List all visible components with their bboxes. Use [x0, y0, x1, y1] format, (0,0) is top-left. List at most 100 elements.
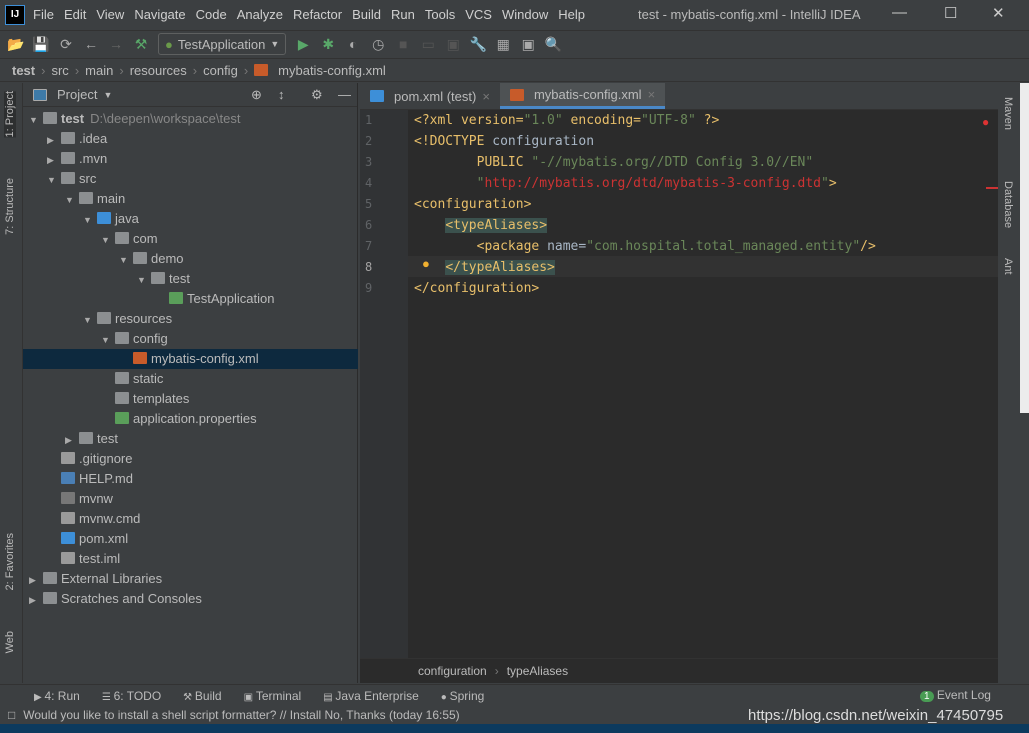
- tool-web[interactable]: Web: [4, 631, 16, 653]
- menu-help[interactable]: Help: [558, 7, 585, 22]
- editor-breadcrumb-item[interactable]: typeAliases: [507, 664, 568, 678]
- hide-icon[interactable]: —: [338, 87, 351, 102]
- menu-navigate[interactable]: Navigate: [134, 7, 185, 22]
- status-toggle-icon[interactable]: □: [8, 708, 15, 722]
- close-icon[interactable]: ✕: [992, 4, 1005, 22]
- tree-item[interactable]: .gitignore: [23, 449, 358, 469]
- tool-project[interactable]: 1: Project: [4, 91, 16, 138]
- menu-code[interactable]: Code: [196, 7, 227, 22]
- project-structure-icon[interactable]: ▦: [495, 36, 511, 52]
- collapse-all-icon[interactable]: ↕: [278, 87, 285, 102]
- tool-build[interactable]: ⚒ Build: [183, 689, 221, 703]
- tree-item[interactable]: application.properties: [23, 409, 358, 429]
- debug-icon[interactable]: ✱: [320, 36, 336, 52]
- error-stripe-mark[interactable]: [986, 187, 998, 189]
- tool-spring[interactable]: ● Spring: [441, 689, 485, 703]
- menu-refactor[interactable]: Refactor: [293, 7, 342, 22]
- chevron-right-icon[interactable]: ▶: [47, 130, 61, 150]
- tree-item[interactable]: mybatis-config.xml: [23, 349, 358, 369]
- tree-item[interactable]: ▼ test: [23, 269, 358, 289]
- build-hammer-icon[interactable]: ⚒: [133, 36, 149, 52]
- tree-item[interactable]: ▶ Scratches and Consoles: [23, 589, 358, 609]
- terminal-icon[interactable]: ▣: [520, 36, 536, 52]
- minimize-icon[interactable]: —: [892, 4, 907, 21]
- device-icon[interactable]: ▭: [420, 36, 436, 52]
- chevron-down-icon[interactable]: ▼: [119, 250, 133, 270]
- code-line-7[interactable]: <package name="com.hospital.total_manage…: [414, 236, 876, 257]
- tree-item[interactable]: mvnw: [23, 489, 358, 509]
- run-icon[interactable]: ▶: [295, 36, 311, 52]
- menu-file[interactable]: File: [33, 7, 54, 22]
- error-indicator-icon[interactable]: ●: [982, 115, 989, 129]
- back-icon[interactable]: ←: [83, 36, 99, 52]
- menu-build[interactable]: Build: [352, 7, 381, 22]
- chevron-down-icon[interactable]: ▼: [101, 230, 115, 250]
- close-tab-icon[interactable]: ×: [482, 89, 490, 104]
- tool-terminal[interactable]: ▣ Terminal: [244, 689, 302, 703]
- gear-icon[interactable]: ⚙: [311, 87, 323, 103]
- tool-java-enterprise[interactable]: ▤ Java Enterprise: [323, 689, 419, 703]
- tree-item[interactable]: ▶ .mvn: [23, 149, 358, 169]
- tree-item[interactable]: ▼ config: [23, 329, 358, 349]
- chevron-down-icon[interactable]: ▼: [83, 210, 97, 230]
- menu-tools[interactable]: Tools: [425, 7, 455, 22]
- forward-icon[interactable]: →: [108, 36, 124, 52]
- tree-item[interactable]: templates: [23, 389, 358, 409]
- breadcrumb-item[interactable]: main: [85, 63, 113, 78]
- tool-favorites[interactable]: 2: Favorites: [4, 533, 16, 590]
- chevron-right-icon[interactable]: ▶: [29, 590, 43, 610]
- code-line-2[interactable]: <!DOCTYPE configuration: [414, 131, 594, 152]
- chevron-down-icon[interactable]: ▼: [47, 170, 61, 190]
- code-line-6[interactable]: <typeAliases>: [414, 215, 548, 236]
- code-line-9[interactable]: </configuration>: [414, 278, 539, 299]
- code-line-4[interactable]: "http://mybatis.org/dtd/mybatis-3-config…: [414, 173, 837, 194]
- profile-icon[interactable]: ◷: [370, 36, 386, 52]
- coverage-icon[interactable]: ◐: [345, 36, 361, 52]
- open-icon[interactable]: 📂: [7, 36, 24, 52]
- maximize-icon[interactable]: ☐: [944, 4, 957, 22]
- stop-icon[interactable]: ■: [395, 36, 411, 52]
- tree-item[interactable]: ▼ resources: [23, 309, 358, 329]
- breadcrumb-item[interactable]: config: [203, 63, 238, 78]
- tree-item[interactable]: ▼ test D:\deepen\workspace\test: [23, 109, 358, 129]
- tree-item[interactable]: ▼ com: [23, 229, 358, 249]
- tree-item[interactable]: pom.xml: [23, 529, 358, 549]
- tree-item[interactable]: ▼ java: [23, 209, 358, 229]
- tree-item[interactable]: TestApplication: [23, 289, 358, 309]
- tree-item[interactable]: HELP.md: [23, 469, 358, 489]
- chevron-down-icon[interactable]: ▼: [65, 190, 79, 210]
- tool-maven[interactable]: Maven: [1002, 97, 1014, 130]
- menu-run[interactable]: Run: [391, 7, 415, 22]
- status-message[interactable]: Would you like to install a shell script…: [23, 708, 459, 722]
- chevron-down-icon[interactable]: ▼: [103, 90, 112, 100]
- menu-view[interactable]: View: [96, 7, 124, 22]
- tree-item[interactable]: ▼ main: [23, 189, 358, 209]
- code-line-1[interactable]: <?xml version="1.0" encoding="UTF-8" ?>: [414, 110, 719, 131]
- menu-analyze[interactable]: Analyze: [237, 7, 283, 22]
- chevron-down-icon[interactable]: ▼: [101, 330, 115, 350]
- tree-item[interactable]: ▶ External Libraries: [23, 569, 358, 589]
- menu-edit[interactable]: Edit: [64, 7, 86, 22]
- locate-icon[interactable]: ⊕: [251, 87, 262, 103]
- tool-todo[interactable]: ☰ 6: TODO: [102, 689, 161, 703]
- editor-breadcrumb-item[interactable]: configuration: [418, 664, 487, 678]
- tree-item[interactable]: test.iml: [23, 549, 358, 569]
- chevron-down-icon[interactable]: ▼: [83, 310, 97, 330]
- code-line-8[interactable]: </typeAliases>: [414, 257, 555, 278]
- package-icon[interactable]: ▣: [445, 36, 461, 52]
- chevron-right-icon[interactable]: ▶: [65, 430, 79, 450]
- tree-item[interactable]: mvnw.cmd: [23, 509, 358, 529]
- tree-item[interactable]: ▶ .idea: [23, 129, 358, 149]
- chevron-right-icon[interactable]: ▶: [47, 150, 61, 170]
- tool-database[interactable]: Database: [1002, 181, 1014, 228]
- editor-tab[interactable]: pom.xml (test) ×: [360, 83, 500, 109]
- code-line-3[interactable]: PUBLIC "-//mybatis.org//DTD Config 3.0//…: [414, 152, 814, 173]
- tree-item[interactable]: static: [23, 369, 358, 389]
- save-icon[interactable]: 💾: [32, 36, 49, 52]
- lightbulb-icon[interactable]: ●: [422, 256, 430, 271]
- breadcrumb-item[interactable]: src: [51, 63, 68, 78]
- chevron-down-icon[interactable]: ▼: [29, 110, 43, 130]
- close-tab-icon[interactable]: ×: [648, 87, 656, 102]
- event-log-button[interactable]: 1 Event Log: [920, 688, 991, 702]
- code-line-5[interactable]: <configuration>: [414, 194, 531, 215]
